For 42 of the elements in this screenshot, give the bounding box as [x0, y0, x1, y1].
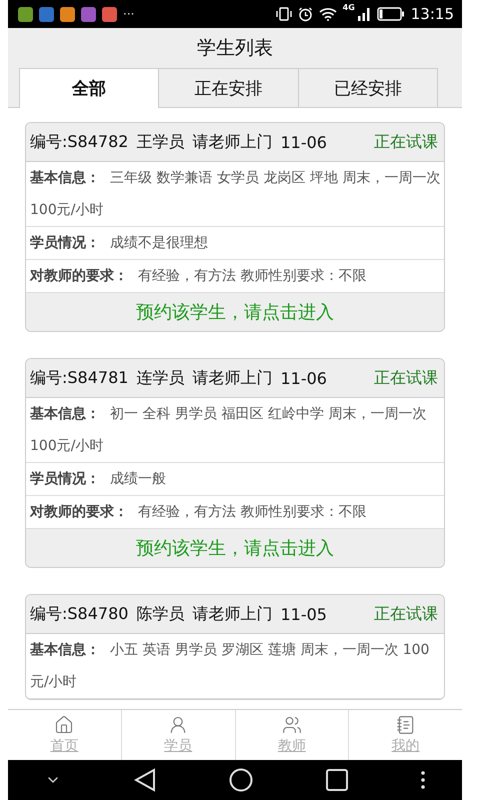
tab[interactable]: 已经安排 — [298, 68, 438, 107]
wifi-icon — [318, 7, 337, 21]
book-student-button[interactable]: 预约该学生，请点击进入 — [26, 529, 444, 567]
tab[interactable]: 全部 — [19, 68, 160, 108]
student-situation-text: 学员情况： 成绩一般 — [30, 470, 167, 489]
teacher-requirement-text: 对教师的要求： 有经验，有方法 教师性别要求：不限 — [30, 503, 368, 522]
book-student-button[interactable]: 预约该学生，请点击进入 — [26, 293, 444, 331]
more-vertical-icon[interactable] — [421, 771, 426, 789]
recents-icon[interactable] — [326, 769, 348, 791]
student-name: 王学员 — [136, 132, 184, 152]
house-icon — [54, 715, 74, 735]
trial-status: 正在试课 — [374, 132, 438, 152]
student-name: 连学员 — [136, 368, 184, 388]
home-circle-icon[interactable] — [228, 768, 253, 792]
student-number: 编号:S84781 — [30, 368, 128, 388]
student-name: 陈学员 — [136, 604, 184, 624]
trial-status: 正在试课 — [374, 604, 438, 624]
signal-icon — [356, 7, 371, 21]
basic-info-text: 基本信息： 初一 全科 男学员 福田区 红岭中学 周末，一周一次 100元/小时 — [30, 405, 428, 456]
post-date: 11-06 — [280, 368, 327, 388]
visit-type: 请老师上门 — [192, 604, 272, 624]
page-title: 学生列表 — [197, 36, 273, 61]
teacher-requirement-text: 对教师的要求： 有经验，有方法 教师性别要求：不限 — [30, 267, 368, 286]
student-number: 编号:S84780 — [30, 604, 128, 624]
trial-status: 正在试课 — [374, 368, 438, 388]
back-icon[interactable] — [134, 768, 156, 792]
clock-time: 13:15 — [410, 5, 454, 23]
student-number: 编号:S84782 — [30, 132, 128, 152]
battery-icon — [376, 7, 405, 21]
basic-info-text: 基本信息： 三年级 数学兼语 女学员 龙岗区 坪地 周末，一周一次 100元/小时 — [30, 169, 442, 220]
basic-info-text: 基本信息： 小五 英语 男学员 罗湖区 莲塘 周末，一周一次 100元/小时 — [30, 641, 430, 692]
post-date: 11-06 — [280, 132, 327, 152]
notebook-icon — [396, 715, 416, 735]
visit-type: 请老师上门 — [192, 368, 272, 388]
student-situation-text: 学员情况： 成绩不是很理想 — [30, 234, 209, 253]
people-icon — [282, 715, 302, 735]
vibrate-icon — [276, 7, 292, 21]
network-type: 4G — [342, 3, 355, 12]
more-notifications: ··· — [123, 7, 134, 21]
post-date: 11-05 — [280, 604, 327, 624]
alarm-icon — [298, 6, 313, 22]
visit-type: 请老师上门 — [192, 132, 272, 152]
